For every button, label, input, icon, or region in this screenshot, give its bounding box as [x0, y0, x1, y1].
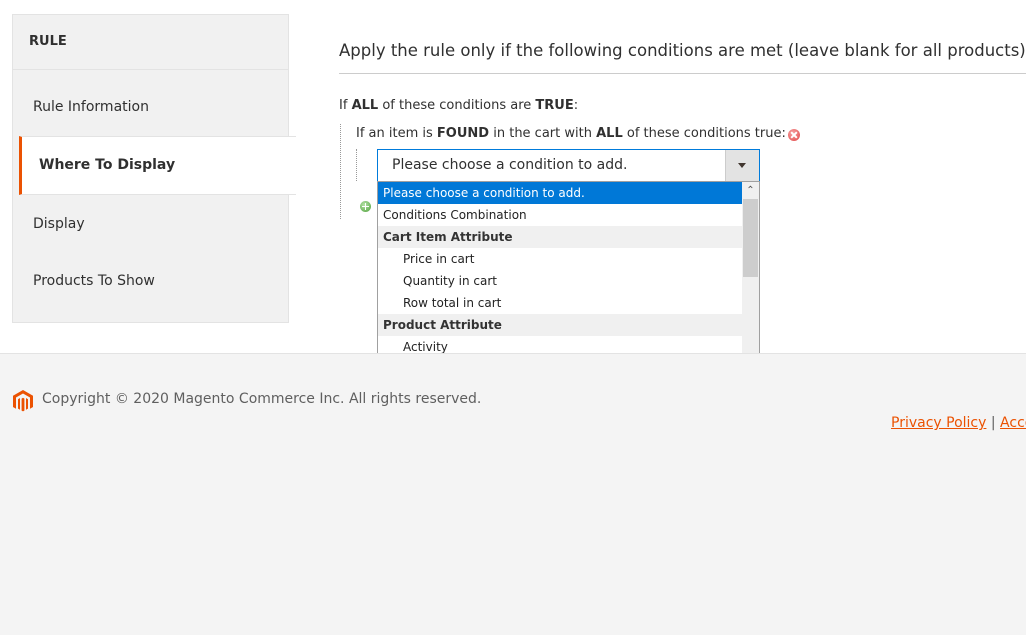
sidebar-item-rule-information[interactable]: Rule Information: [13, 69, 289, 135]
condition-select[interactable]: Please choose a condition to add.: [377, 149, 760, 182]
dropdown-option[interactable]: Price in cart: [378, 248, 743, 270]
dropdown-option[interactable]: Please choose a condition to add.: [378, 182, 743, 204]
scroll-thumb[interactable]: [743, 199, 758, 277]
sidebar-item-products-to-show[interactable]: Products To Show: [13, 253, 289, 309]
remove-condition-icon[interactable]: [788, 129, 800, 141]
footer-link-separator: |: [990, 415, 996, 431]
found-aggregator-toggle[interactable]: ALL: [596, 126, 623, 141]
found-toggle[interactable]: FOUND: [437, 126, 489, 141]
title-divider: [339, 73, 1026, 74]
chevron-down-icon[interactable]: [725, 150, 759, 181]
account-activity-link[interactable]: Account Activity: [1000, 415, 1026, 431]
magento-logo-icon: [13, 390, 33, 412]
sidebar-item-where-to-display[interactable]: Where To Display: [19, 136, 296, 195]
root-condition-middle: of these conditions are: [382, 98, 532, 113]
dropdown-option[interactable]: Row total in cart: [378, 292, 743, 314]
root-condition-prefix: If: [339, 98, 348, 113]
root-condition-suffix: :: [573, 98, 579, 113]
option-group-label: Cart Item Attribute: [378, 226, 743, 248]
footer-links: Privacy Policy | Account Activity: [891, 415, 1026, 431]
dropdown-option[interactable]: Quantity in cart: [378, 270, 743, 292]
found-condition-prefix: If an item is: [356, 126, 433, 141]
sidebar-item-display[interactable]: Display: [13, 196, 289, 252]
root-aggregator-toggle[interactable]: ALL: [352, 98, 379, 113]
option-group-label: Product Attribute: [378, 314, 743, 336]
root-value-toggle[interactable]: TRUE: [535, 98, 573, 113]
section-title: Apply the rule only if the following con…: [339, 41, 1026, 60]
found-condition: If an item is FOUND in the cart with ALL…: [356, 126, 786, 141]
scroll-up-icon[interactable]: ⌃: [742, 182, 759, 199]
condition-select-value: Please choose a condition to add.: [392, 157, 628, 173]
privacy-policy-link[interactable]: Privacy Policy: [891, 415, 986, 431]
dropdown-option[interactable]: Conditions Combination: [378, 204, 743, 226]
nested-tree-line: [356, 149, 357, 181]
sidebar-title: RULE: [13, 15, 288, 70]
found-condition-middle: in the cart with: [493, 126, 592, 141]
condition-tree-line: [340, 124, 341, 219]
copyright-text: Copyright © 2020 Magento Commerce Inc. A…: [42, 391, 482, 407]
found-condition-suffix: of these conditions true:: [626, 126, 786, 141]
add-condition-icon[interactable]: [360, 201, 371, 212]
root-condition: If ALL of these conditions are TRUE:: [339, 98, 578, 113]
